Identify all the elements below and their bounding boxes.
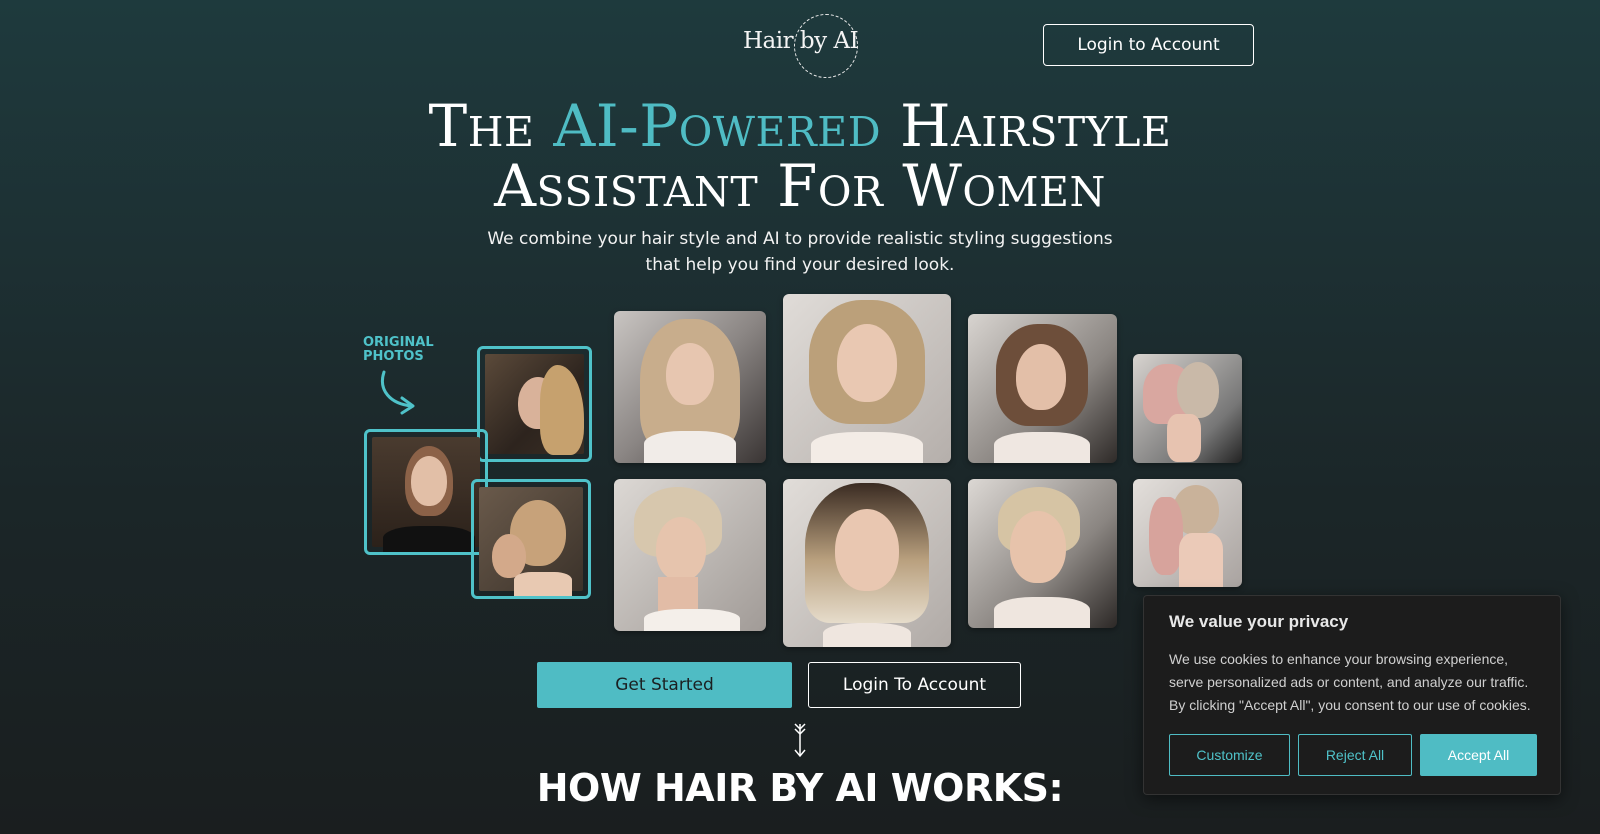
original-label-line1: ORIGINAL (363, 335, 434, 350)
result-photo-wavy-long (614, 311, 766, 463)
cookie-customize-button[interactable]: Customize (1169, 734, 1290, 776)
headline-accent: AI-Powered (553, 92, 882, 160)
how-it-works-title: HOW HAIR BY AI WORKS: (536, 766, 1064, 810)
result-photo-pink-ponytail (1133, 354, 1242, 463)
login-to-account-button[interactable]: Login To Account (808, 662, 1021, 708)
result-photo-pixie-undercut (614, 479, 766, 631)
scroll-down-arrow-icon[interactable] (790, 722, 810, 758)
subtitle-line2: that help you find your desired look. (645, 255, 955, 275)
original-photos-label: ORIGINAL PHOTOS (363, 336, 434, 364)
cookie-banner: We value your privacy We use cookies to … (1143, 595, 1561, 795)
result-photo-blonde-lob (783, 294, 951, 463)
original-photo-front (364, 429, 488, 555)
result-photo-high-ponytail (1133, 479, 1242, 587)
curved-arrow-icon (381, 370, 415, 415)
cookie-accept-button[interactable]: Accept All (1420, 734, 1537, 776)
cookie-body: We use cookies to enhance your browsing … (1169, 651, 1531, 713)
hero-subtitle: We combine your hair style and AI to pro… (400, 226, 1200, 278)
cookie-title: We value your privacy (1169, 612, 1349, 631)
headline-line2: Assistant For Women (494, 152, 1106, 220)
cookie-reject-button[interactable]: Reject All (1298, 734, 1412, 776)
header-login-button[interactable]: Login to Account (1043, 24, 1254, 66)
hero-headline: The AI-Powered Hairstyle Assistant For W… (300, 96, 1300, 216)
original-label-line2: PHOTOS (363, 349, 424, 364)
result-photo-brunette-bob (968, 314, 1117, 463)
original-photo-back (471, 479, 591, 599)
original-photo-side (477, 346, 592, 462)
result-photo-blonde-pixie (968, 479, 1117, 628)
subtitle-line1: We combine your hair style and AI to pro… (487, 229, 1113, 249)
result-photo-ombre-bob (783, 479, 951, 647)
headline-part2: Hairstyle (881, 92, 1172, 160)
headline-part1: The (428, 92, 554, 160)
site-logo[interactable]: Hair by AI (743, 28, 859, 54)
get-started-button[interactable]: Get Started (537, 662, 792, 708)
